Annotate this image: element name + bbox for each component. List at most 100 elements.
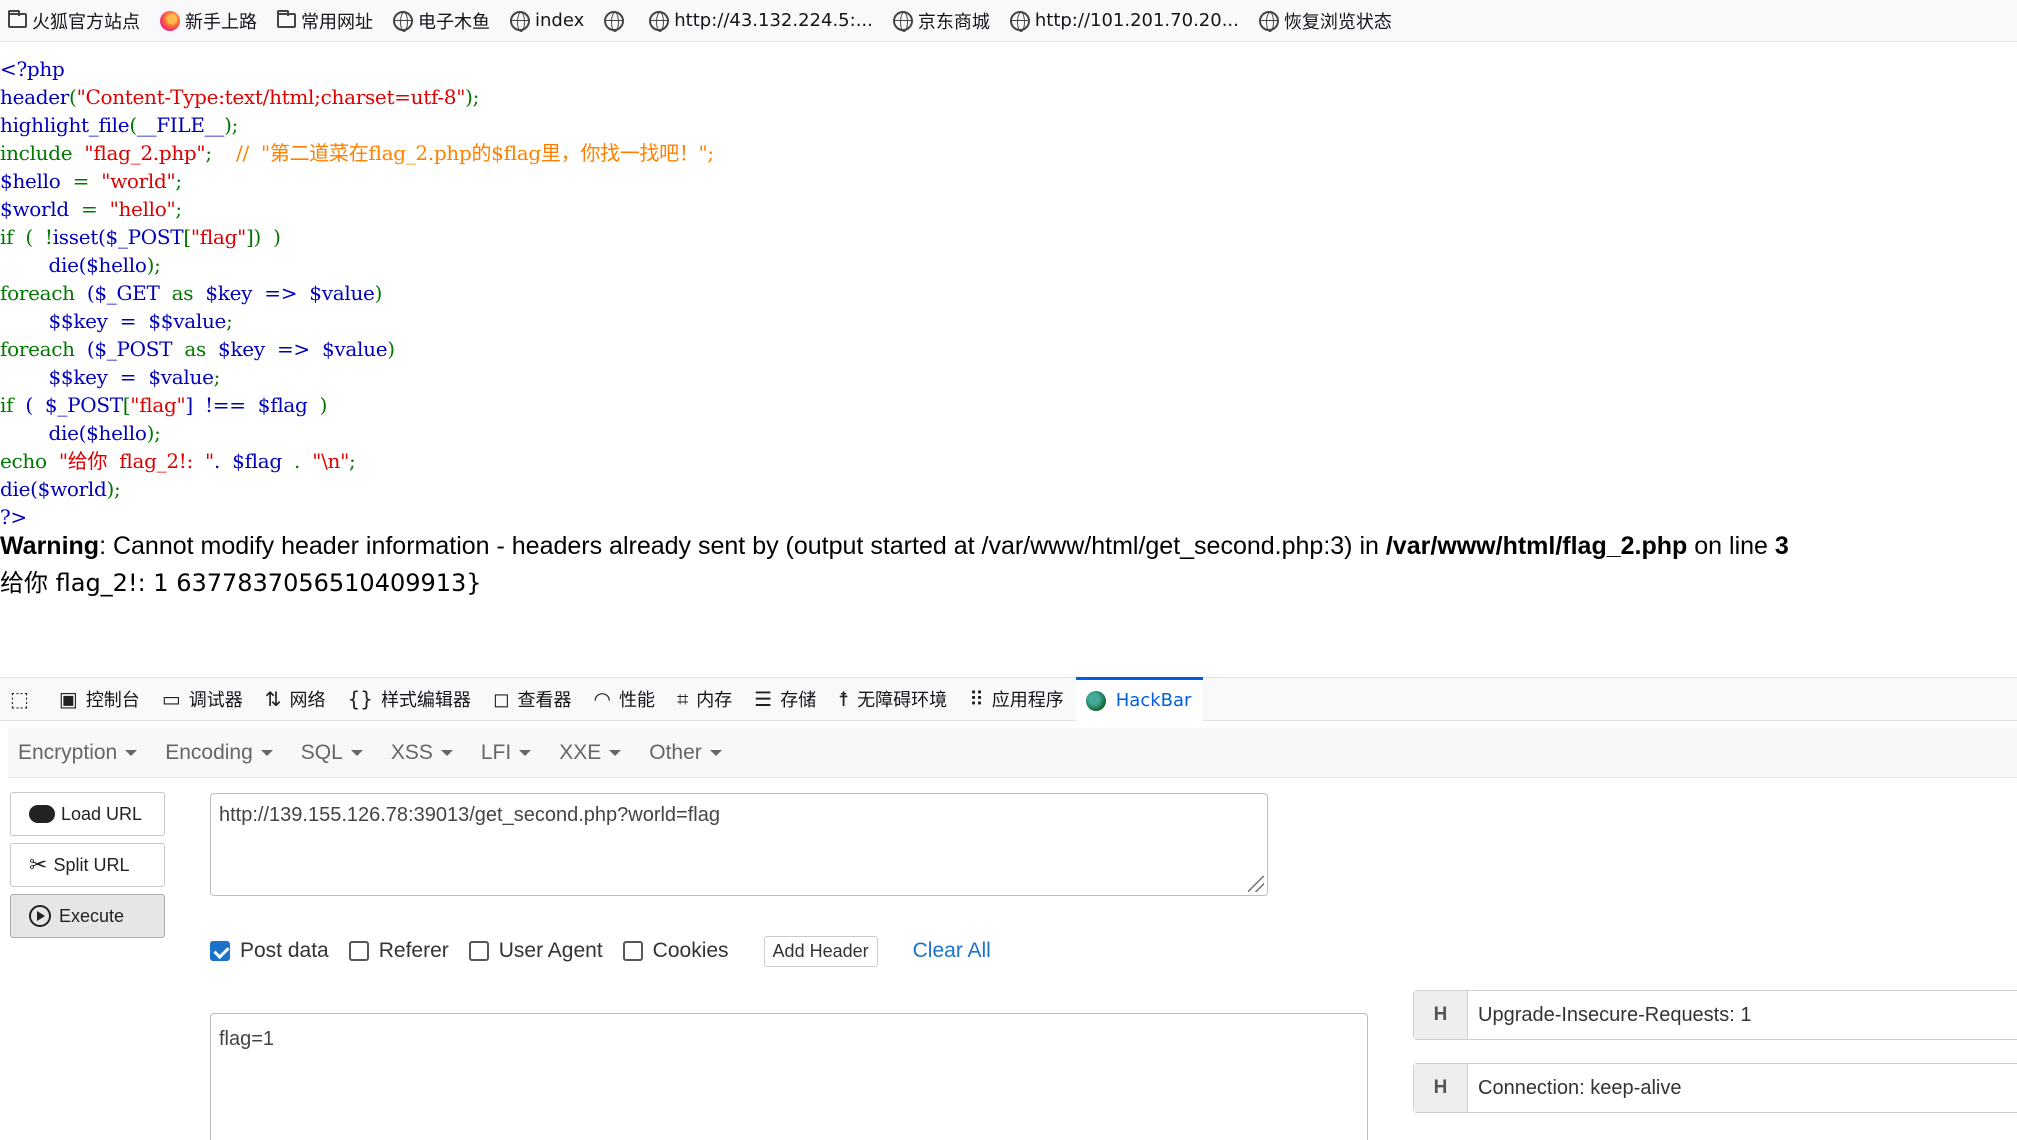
inspector-icon: ◻ bbox=[492, 687, 510, 711]
source-line: highlight_file(__FILE__); bbox=[0, 113, 239, 137]
globe-icon bbox=[510, 10, 530, 32]
tab-memory[interactable]: ⌗ 内存 bbox=[667, 677, 744, 721]
source-line: $$key = $$value; bbox=[0, 309, 233, 333]
tab-performance[interactable]: ◠ 性能 bbox=[584, 677, 667, 721]
source-line: die($world); bbox=[0, 477, 121, 501]
source-line: <?php bbox=[0, 57, 65, 81]
menu-xxe[interactable]: XXE bbox=[559, 741, 622, 765]
tab-storage[interactable]: ☰ 存储 bbox=[744, 677, 828, 721]
checkbox-icon[interactable] bbox=[348, 941, 369, 961]
referer-checkbox[interactable]: Referer bbox=[348, 939, 449, 963]
clear-all-link[interactable]: Clear All bbox=[913, 939, 991, 963]
bookmarks-toolbar: 火狐官方站点 新手上路 常用网址 电子木鱼 index http://43.13… bbox=[0, 0, 2017, 42]
bookmark-item[interactable]: 恢复浏览状态 bbox=[1258, 8, 1392, 34]
tab-debugger[interactable]: ▭ 调试器 bbox=[152, 677, 255, 721]
play-icon bbox=[29, 905, 51, 927]
flag-output: 给你 flag_2!: 1 6377837056510409913} bbox=[0, 569, 482, 597]
globe-icon bbox=[1009, 10, 1030, 32]
globe-icon bbox=[649, 10, 670, 32]
accessibility-icon: ☨ bbox=[838, 687, 850, 711]
tab-application[interactable]: ⠿ 应用程序 bbox=[959, 677, 1076, 721]
menu-xss[interactable]: XSS bbox=[391, 741, 453, 765]
bookmark-item[interactable]: 火狐官方站点 bbox=[8, 8, 140, 34]
bookmark-item[interactable]: 常用网址 bbox=[277, 8, 373, 34]
post-data-checkbox[interactable]: Post data bbox=[210, 939, 329, 963]
storage-icon: ☰ bbox=[754, 687, 773, 711]
cloud-download-icon bbox=[29, 805, 55, 823]
post-data-textarea[interactable]: flag=1 bbox=[210, 1013, 1368, 1140]
source-line: die($hello); bbox=[48, 253, 161, 277]
source-line: die($hello); bbox=[48, 421, 161, 445]
caret-down-icon bbox=[350, 749, 363, 756]
caret-down-icon bbox=[519, 749, 532, 756]
menu-encryption[interactable]: Encryption bbox=[18, 741, 138, 765]
resize-handle-icon[interactable] bbox=[1248, 876, 1264, 892]
folder-icon bbox=[8, 10, 27, 28]
header-value: Connection: keep-alive bbox=[1478, 1076, 1682, 1099]
grid-icon: ⠿ bbox=[969, 687, 984, 711]
source-line: ?> bbox=[0, 505, 27, 529]
source-line: echo "给你 flag_2!: ". $flag . "\n"; bbox=[0, 449, 356, 473]
source-line: $$key = $value; bbox=[0, 365, 221, 389]
header-badge: H bbox=[1414, 1064, 1468, 1112]
menu-other[interactable]: Other bbox=[649, 741, 722, 765]
load-url-button[interactable]: Load URL bbox=[10, 792, 165, 836]
bookmark-item[interactable]: 京东商城 bbox=[892, 8, 990, 34]
network-icon: ⇅ bbox=[264, 687, 282, 711]
add-header-button[interactable]: Add Header bbox=[763, 935, 878, 967]
caret-down-icon bbox=[125, 749, 138, 756]
header-row[interactable]: H Connection: keep-alive bbox=[1413, 1063, 2017, 1113]
url-textarea[interactable]: http://139.155.126.78:39013/get_second.p… bbox=[210, 793, 1268, 896]
scissors-icon: ✂ bbox=[29, 852, 48, 877]
folder-icon bbox=[277, 10, 296, 28]
caret-down-icon bbox=[440, 749, 453, 756]
source-line: if ( !isset($_POST["flag"]) ) bbox=[0, 225, 281, 249]
debugger-icon: ▭ bbox=[161, 687, 181, 711]
caret-down-icon bbox=[260, 749, 273, 756]
execute-button[interactable]: Execute bbox=[10, 894, 165, 938]
bookmark-item[interactable]: http://43.132.224.5:... bbox=[649, 10, 873, 32]
header-row[interactable]: H Upgrade-Insecure-Requests: 1 bbox=[1413, 990, 2017, 1040]
globe-icon bbox=[1258, 10, 1279, 32]
caret-down-icon bbox=[609, 749, 622, 756]
source-line: foreach ($_POST as $key => $value) bbox=[0, 337, 395, 361]
tab-accessibility[interactable]: ☨ 无障碍环境 bbox=[828, 677, 959, 721]
caret-down-icon bbox=[709, 749, 722, 756]
firefox-icon bbox=[160, 10, 180, 31]
split-url-button[interactable]: ✂ Split URL bbox=[10, 843, 165, 887]
tab-hackbar[interactable]: HackBar bbox=[1075, 677, 1204, 721]
source-line: include "flag_2.php"; // "第二道菜在flag_2.ph… bbox=[0, 141, 714, 165]
devtools-toolbar: ⬚ ▣ 控制台 ▭ 调试器 ⇅ 网络 {} 样式编辑器 ◻ 查看器 ◠ 性能 ⌗ 内存 ☰ 存储… bbox=[0, 677, 2017, 721]
menu-sql[interactable]: SQL bbox=[301, 741, 363, 765]
hackbar-menu-bar: Encryption Encoding SQL XSS LFI XXE Othe… bbox=[8, 728, 2017, 778]
bookmark-item[interactable] bbox=[604, 10, 629, 32]
source-line: header("Content-Type:text/html;charset=u… bbox=[0, 85, 480, 109]
checkbox-checked-icon[interactable] bbox=[210, 941, 230, 961]
menu-encoding[interactable]: Encoding bbox=[165, 741, 273, 765]
tab-inspector[interactable]: ◻ 查看器 bbox=[483, 677, 584, 721]
source-line: if ( $_POST["flag"] !== $flag ) bbox=[0, 393, 328, 417]
menu-lfi[interactable]: LFI bbox=[481, 741, 532, 765]
globe-icon bbox=[604, 10, 625, 32]
console-icon: ▣ bbox=[58, 687, 78, 711]
php-source-code: <?php header("Content-Type:text/html;char… bbox=[0, 55, 714, 531]
globe-icon bbox=[892, 10, 913, 32]
bookmark-item[interactable]: http://101.201.70.20... bbox=[1009, 10, 1239, 32]
user-agent-checkbox[interactable]: User Agent bbox=[468, 939, 603, 963]
tab-network[interactable]: ⇅ 网络 bbox=[255, 677, 338, 721]
request-options: Post data Referer User Agent Cookies Add… bbox=[210, 934, 991, 968]
bookmark-item[interactable]: index bbox=[510, 10, 584, 32]
tab-console[interactable]: ▣ 控制台 bbox=[49, 677, 152, 721]
checkbox-icon[interactable] bbox=[622, 941, 643, 961]
cookies-checkbox[interactable]: Cookies bbox=[622, 939, 729, 963]
checkbox-icon[interactable] bbox=[468, 941, 489, 961]
hackbar-icon bbox=[1085, 690, 1106, 711]
element-picker-button[interactable]: ⬚ bbox=[0, 677, 49, 721]
bookmark-item[interactable]: 新手上路 bbox=[160, 8, 257, 34]
bookmark-item[interactable]: 电子木鱼 bbox=[393, 8, 490, 34]
source-line: $hello = "world"; bbox=[0, 169, 182, 193]
php-warning: Warning: Cannot modify header informatio… bbox=[0, 532, 1789, 560]
tab-style-editor[interactable]: {} 样式编辑器 bbox=[337, 677, 482, 721]
source-line: $world = "hello"; bbox=[0, 197, 182, 221]
memory-icon: ⌗ bbox=[677, 687, 689, 711]
